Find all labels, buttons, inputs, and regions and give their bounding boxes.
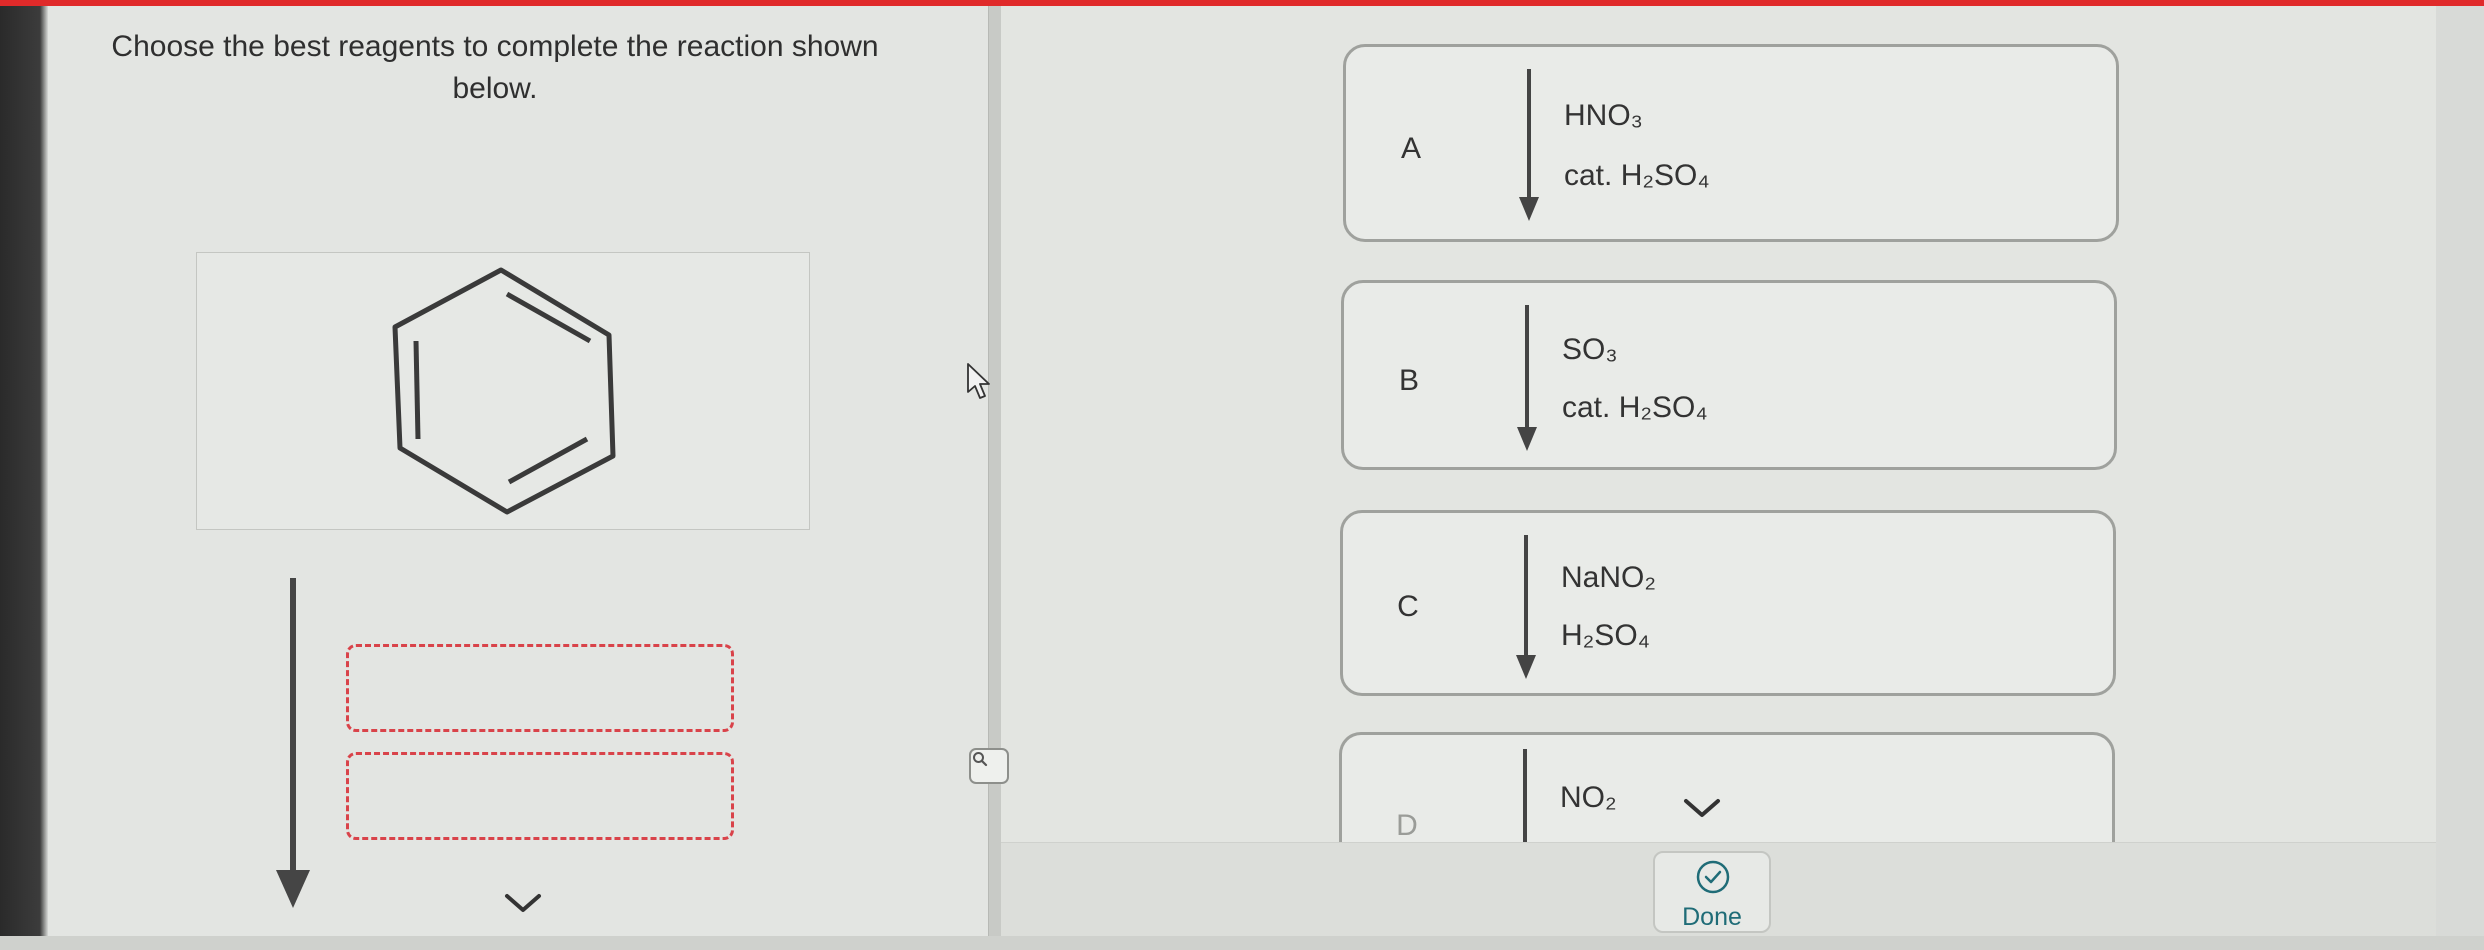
arrow-down-icon <box>1523 749 1527 842</box>
benzene-structure <box>392 267 616 515</box>
option-card-a[interactable]: A HNO₃ cat. H₂SO₄ <box>1343 44 2119 242</box>
option-reagent-2: cat. H₂SO₄ <box>1562 391 1708 424</box>
starting-material-frame <box>196 252 1009 784</box>
bottom-edge <box>0 936 2484 950</box>
option-card-b[interactable]: B SO₃ cat. H₂SO₄ <box>1341 280 2117 470</box>
mouse-cursor-icon <box>967 363 990 399</box>
option-reagent-2: H₂SO₄ <box>1561 619 1650 652</box>
option-letter: A <box>1400 132 1421 165</box>
done-label: Done <box>1682 903 1742 931</box>
option-letter: C <box>1397 590 1419 623</box>
arrow-down-icon <box>1516 535 1536 679</box>
question-line-1: Choose the best reagents to complete the… <box>111 30 879 63</box>
option-reagent-1: SO₃ <box>1562 333 1618 366</box>
arrow-down-icon <box>1519 69 1539 221</box>
done-button[interactable]: Done <box>1653 851 1771 933</box>
option-letter: D <box>1396 809 1418 842</box>
chevron-down-icon[interactable] <box>1682 797 1722 821</box>
reagent-drop-slot-2[interactable] <box>346 752 734 840</box>
option-card-c[interactable]: C NaNO₂ H₂SO₄ <box>1340 510 2116 696</box>
reaction-arrow <box>276 578 310 908</box>
question-text: Choose the best reagents to complete the… <box>60 26 930 110</box>
option-letter: B <box>1398 364 1419 397</box>
option-reagent-1: NaNO₂ <box>1561 561 1656 594</box>
option-reagent-2: cat. H₂SO₄ <box>1564 159 1710 192</box>
chevron-down-icon[interactable] <box>503 892 543 916</box>
panel-divider[interactable] <box>988 6 1002 936</box>
screen: Choose the best reagents to complete the… <box>0 0 2484 950</box>
reagent-drop-slot-1[interactable] <box>346 644 734 732</box>
check-circle-icon <box>1696 860 1730 894</box>
question-line-2: below. <box>452 72 538 105</box>
zoom-button[interactable] <box>969 748 1009 784</box>
option-card-d[interactable]: D NO₂ <box>1339 732 2115 842</box>
option-reagent-1: NO₂ <box>1560 781 1617 814</box>
option-reagent-1: HNO₃ <box>1564 99 1643 132</box>
arrow-down-icon <box>1517 305 1537 451</box>
magnifier-icon <box>973 752 988 767</box>
